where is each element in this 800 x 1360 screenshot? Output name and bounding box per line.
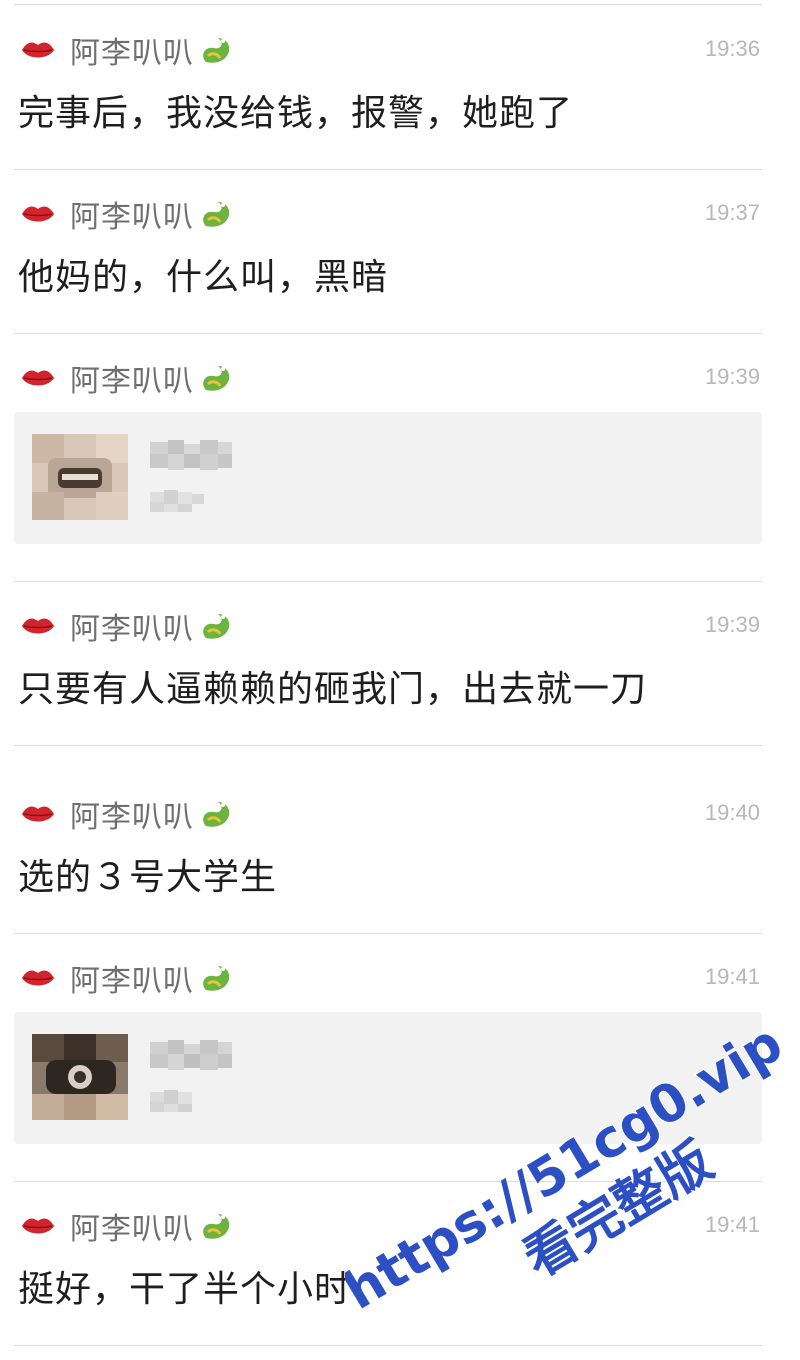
- chat-message[interactable]: 阿李叭叭 19:39: [14, 332, 762, 582]
- lips-icon: [22, 370, 54, 386]
- dragon-emoji-icon: [203, 366, 230, 391]
- chat-message[interactable]: 阿李叭叭 19:39 只要有人逼赖赖的砸我门，出去就一刀: [14, 580, 762, 746]
- lips-icon: [22, 970, 54, 986]
- chat-message[interactable]: 阿李叭叭 19:40 选的３号大学生: [14, 768, 762, 934]
- dragon-emoji-icon: [203, 202, 230, 227]
- message-text: 他妈的，什么叫，黑暗: [18, 257, 389, 298]
- dragon-emoji-icon: [203, 38, 230, 63]
- shared-card[interactable]: [14, 412, 762, 544]
- sender-name: 阿李叭叭: [70, 612, 194, 647]
- sender-name: 阿李叭叭: [70, 364, 194, 399]
- sender-name: 阿李叭叭: [70, 200, 194, 235]
- card-thumbnail: [32, 434, 128, 520]
- message-time: 19:36: [704, 36, 760, 61]
- message-time: 19:39: [704, 364, 760, 389]
- dragon-emoji-icon: [203, 1214, 230, 1239]
- blurred-card-subtitle: [150, 490, 204, 512]
- sender-name: 阿李叭叭: [70, 800, 194, 835]
- watermark: https://51cg0.vip 看完整版: [345, 1030, 794, 1323]
- watermark-url: https://51cg0.vip: [345, 1030, 793, 1322]
- lips-icon: [22, 1218, 54, 1234]
- message-header: 阿李叭叭: [20, 194, 236, 235]
- message-time: 19:40: [704, 800, 760, 825]
- sender-name: 阿李叭叭: [70, 36, 194, 71]
- message-header: 阿李叭叭: [20, 1206, 236, 1247]
- message-text: 完事后，我没给钱，报警，她跑了: [18, 93, 574, 134]
- message-text: 只要有人逼赖赖的砸我门，出去就一刀: [18, 669, 648, 710]
- blurred-card-subtitle: [150, 1090, 192, 1112]
- dragon-emoji-icon: [203, 802, 230, 827]
- lips-icon: [22, 618, 54, 634]
- chat-message[interactable]: 阿李叭叭 19:37 他妈的，什么叫，黑暗: [14, 168, 762, 334]
- message-time: 19:41: [704, 964, 760, 989]
- message-header: 阿李叭叭: [20, 606, 236, 647]
- card-thumbnail: [32, 1034, 128, 1120]
- lips-icon: [22, 806, 54, 822]
- message-text: 挺好，干了半个小时: [18, 1269, 352, 1310]
- blurred-card-title: [150, 440, 232, 470]
- sender-name: 阿李叭叭: [70, 1212, 194, 1247]
- dragon-emoji-icon: [203, 614, 230, 639]
- blurred-card-title: [150, 1040, 232, 1070]
- message-time: 19:37: [704, 200, 760, 225]
- message-header: 阿李叭叭: [20, 794, 236, 835]
- message-header: 阿李叭叭: [20, 30, 236, 71]
- chat-message[interactable]: 阿李叭叭 19:36 完事后，我没给钱，报警，她跑了: [14, 4, 762, 170]
- message-divider: [14, 745, 762, 746]
- lips-icon: [22, 42, 54, 58]
- lips-icon: [22, 206, 54, 222]
- sender-name: 阿李叭叭: [70, 964, 194, 999]
- message-header: 阿李叭叭: [20, 358, 236, 399]
- message-time: 19:39: [704, 612, 760, 637]
- message-header: 阿李叭叭: [20, 958, 236, 999]
- dragon-emoji-icon: [203, 966, 230, 991]
- message-text: 选的３号大学生: [18, 857, 278, 898]
